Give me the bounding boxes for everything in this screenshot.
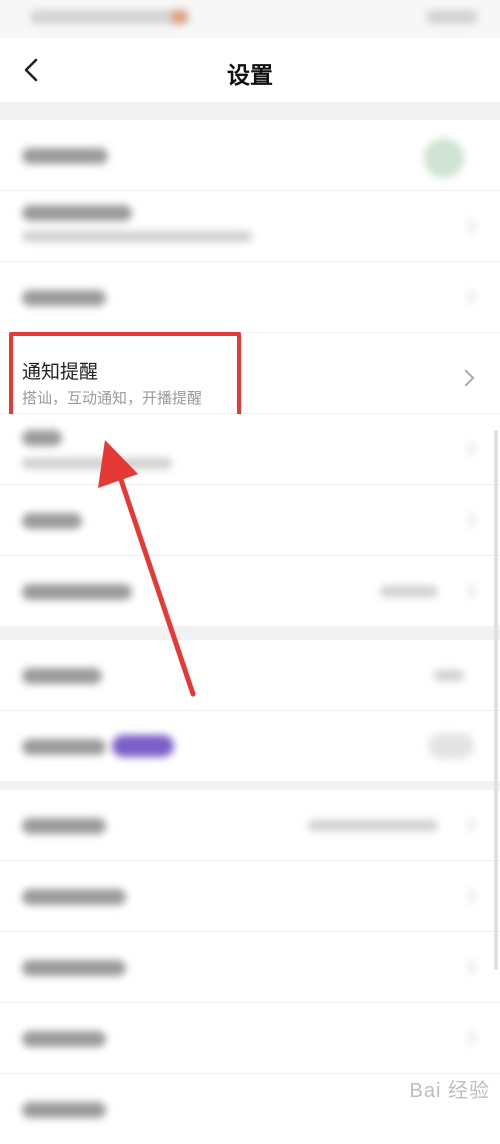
blurred-sublabel xyxy=(22,458,172,469)
feature-badge xyxy=(112,735,174,757)
settings-group-general xyxy=(0,640,500,781)
scrollbar[interactable] xyxy=(494,430,498,970)
list-item[interactable] xyxy=(0,191,500,262)
status-bar xyxy=(0,0,500,38)
chevron-right-icon xyxy=(461,512,477,528)
list-item[interactable] xyxy=(0,1003,500,1074)
blurred-sublabel xyxy=(22,231,252,242)
list-item[interactable] xyxy=(0,790,500,861)
blurred-label xyxy=(22,818,106,834)
blurred-label xyxy=(22,205,132,221)
list-item[interactable] xyxy=(0,932,500,1003)
baidu-watermark: Bai 经验 xyxy=(409,1080,490,1102)
status-bar-left xyxy=(30,10,190,24)
blurred-label xyxy=(22,513,82,529)
blurred-label xyxy=(22,1102,106,1118)
list-item[interactable] xyxy=(0,262,500,332)
avatar xyxy=(424,138,464,178)
status-bar-right xyxy=(426,10,478,24)
chevron-right-icon xyxy=(461,289,477,305)
chevron-right-icon xyxy=(461,888,477,904)
settings-group-privacy xyxy=(0,414,500,626)
chevron-right-icon xyxy=(461,583,477,599)
highlight-box xyxy=(9,332,241,418)
list-item[interactable] xyxy=(0,556,500,626)
blurred-label xyxy=(22,739,106,755)
blurred-label xyxy=(22,1031,106,1047)
toggle-switch[interactable] xyxy=(428,733,474,759)
chevron-right-icon xyxy=(461,441,477,457)
chevron-right-icon xyxy=(461,817,477,833)
blurred-label xyxy=(22,960,126,976)
chevron-right-icon xyxy=(461,959,477,975)
list-item[interactable] xyxy=(0,485,500,556)
blurred-label xyxy=(22,430,62,446)
blurred-label xyxy=(22,668,102,684)
list-item[interactable] xyxy=(0,120,500,191)
settings-group-account xyxy=(0,120,500,332)
blurred-label xyxy=(22,584,132,600)
list-item[interactable] xyxy=(0,640,500,711)
blurred-label xyxy=(22,889,126,905)
blurred-label xyxy=(22,290,106,306)
list-item[interactable] xyxy=(0,861,500,932)
blurred-value xyxy=(380,586,438,597)
blurred-value xyxy=(434,670,464,681)
blurred-label xyxy=(22,148,108,164)
page-title: 设置 xyxy=(227,62,273,88)
status-notification-dot xyxy=(172,11,186,23)
chevron-right-icon xyxy=(461,218,477,234)
chevron-right-icon xyxy=(461,1030,477,1046)
list-item[interactable] xyxy=(0,414,500,485)
list-item[interactable] xyxy=(0,711,500,781)
navigation-bar: 设置 xyxy=(0,38,500,102)
blurred-value xyxy=(308,820,438,831)
